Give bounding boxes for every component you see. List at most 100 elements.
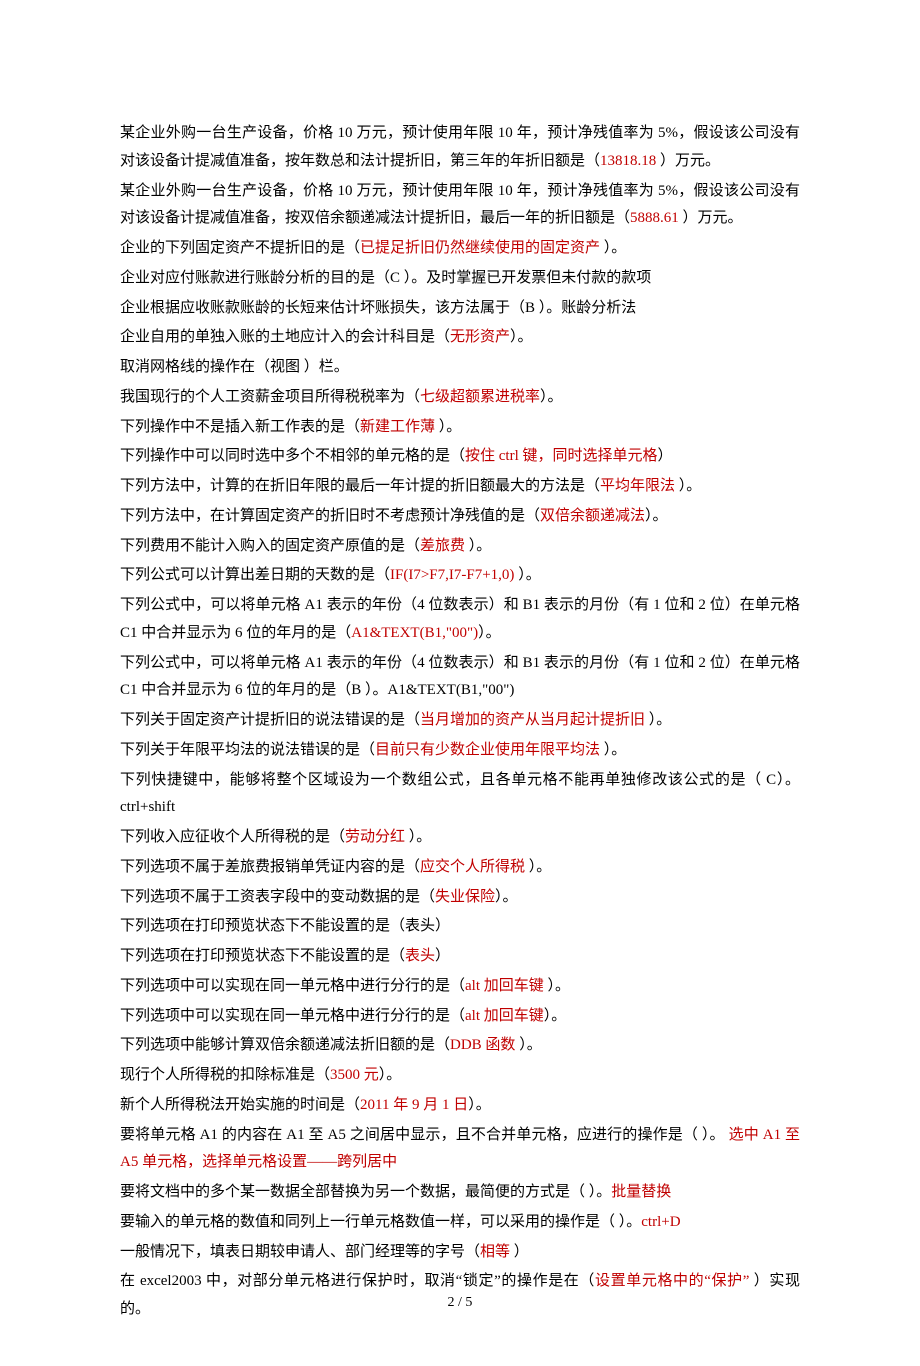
paragraph: 下列费用不能计入购入的固定资产原值的是（差旅费 ）。: [120, 533, 800, 561]
answer-text: 已提足折旧仍然继续使用的固定资产: [360, 240, 604, 256]
question-text: 新个人所得税法开始实施的时间是（: [120, 1097, 360, 1113]
paragraph: 要将文档中的多个某一数据全部替换为另一个数据，最简便的方式是（ ）。批量替换: [120, 1179, 800, 1207]
paragraph: 下列操作中可以同时选中多个不相邻的单元格的是（按住 ctrl 键，同时选择单元格…: [120, 443, 800, 471]
paragraph: 下列公式中，可以将单元格 A1 表示的年份（4 位数表示）和 B1 表示的月份（…: [120, 592, 800, 648]
answer-text: 13818.18: [600, 153, 660, 169]
question-text: ）。: [518, 567, 541, 583]
question-text: 下列方法中，计算的在折旧年限的最后一年计提的折旧额最大的方法是（: [120, 478, 600, 494]
question-text: 下列关于年限平均法的说法错误的是（: [120, 742, 375, 758]
answer-text: 相等: [480, 1244, 514, 1260]
question-text: 下列方法中，在计算固定资产的折旧时不考虑预计净残值的是（: [120, 508, 540, 524]
document-page: 某企业外购一台生产设备，价格 10 万元，预计使用年限 10 年，预计净残值率为…: [0, 0, 920, 1366]
question-text: 我国现行的个人工资薪金项目所得税税率为（: [120, 389, 420, 405]
question-text: ）。: [439, 419, 462, 435]
question-text: ）。: [478, 625, 501, 641]
question-text: 下列选项不属于工资表字段中的变动数据的是（: [120, 889, 435, 905]
question-text: 在 excel2003 中，对部分单元格进行保护时，取消“锁定”的操作是在（: [120, 1273, 595, 1289]
question-text: ）: [658, 448, 673, 464]
question-text: ）。: [409, 829, 432, 845]
answer-text: alt 加回车键: [465, 1008, 544, 1024]
answer-text: DDB 函数: [450, 1037, 519, 1053]
paragraph: 企业根据应收账款账龄的长短来估计坏账损失，该方法属于（B ）。账龄分析法: [120, 295, 800, 323]
question-text: 下列费用不能计入购入的固定资产原值的是（: [120, 538, 420, 554]
paragraph: 取消网格线的操作在（视图 ）栏。: [120, 354, 800, 382]
question-text: 下列快捷键中，能够将整个区域设为一个数组公式，且各单元格不能再单独修改该公式的是…: [120, 772, 800, 816]
paragraph: 下列选项中可以实现在同一单元格中进行分行的是（alt 加回车键）。: [120, 1003, 800, 1031]
question-text: 要将文档中的多个某一数据全部替换为另一个数据，最简便的方式是（ ）。: [120, 1184, 611, 1200]
paragraph: 下列关于固定资产计提折旧的说法错误的是（当月增加的资产从当月起计提折旧 ）。: [120, 707, 800, 735]
answer-text: 按住 ctrl 键，同时选择单元格: [465, 448, 658, 464]
answer-text: 劳动分红: [345, 829, 409, 845]
answer-text: 2011 年 9 月 1 日: [360, 1097, 468, 1113]
paragraph: 下列快捷键中，能够将整个区域设为一个数组公式，且各单元格不能再单独修改该公式的是…: [120, 767, 800, 823]
question-text: 企业根据应收账款账龄的长短来估计坏账损失，该方法属于（B ）。账龄分析法: [120, 300, 636, 316]
question-text: ）。: [469, 538, 492, 554]
paragraph: 我国现行的个人工资薪金项目所得税税率为（七级超额累进税率）。: [120, 384, 800, 412]
answer-text: 双倍余额递减法: [540, 508, 645, 524]
question-text: ）。: [495, 889, 518, 905]
page-footer: 2 / 5: [0, 1290, 920, 1316]
question-text: ）。: [645, 508, 668, 524]
question-text: 要将单元格 A1 的内容在 A1 至 A5 之间居中显示，且不合并单元格，应进行…: [120, 1127, 729, 1143]
paragraph: 下列选项在打印预览状态下不能设置的是（表头）: [120, 943, 800, 971]
paragraph: 下列关于年限平均法的说法错误的是（目前只有少数企业使用年限平均法 ）。: [120, 737, 800, 765]
paragraph: 下列选项中可以实现在同一单元格中进行分行的是（alt 加回车键 ）。: [120, 973, 800, 1001]
question-text: ）。: [548, 978, 571, 994]
question-text: 下列公式可以计算出差日期的天数的是（: [120, 567, 390, 583]
answer-text: 目前只有少数企业使用年限平均法: [375, 742, 604, 758]
paragraph: 下列公式可以计算出差日期的天数的是（IF(I7>F7,I7-F7+1,0) ）。: [120, 562, 800, 590]
question-text: 下列公式中，可以将单元格 A1 表示的年份（4 位数表示）和 B1 表示的月份（…: [120, 655, 800, 699]
question-text: 取消网格线的操作在（视图 ）栏。: [120, 359, 349, 375]
paragraph: 企业自用的单独入账的土地应计入的会计科目是（无形资产）。: [120, 324, 800, 352]
paragraph: 某企业外购一台生产设备，价格 10 万元，预计使用年限 10 年，预计净残值率为…: [120, 120, 800, 176]
answer-text: 应交个人所得税: [420, 859, 529, 875]
question-text: 下列选项中能够计算双倍余额递减法折旧额的是（: [120, 1037, 450, 1053]
question-text: 企业对应付账款进行账龄分析的目的是（C ）。及时掌握已开发票但未付款的款项: [120, 270, 651, 286]
question-text: ）。: [649, 712, 672, 728]
paragraph: 新个人所得税法开始实施的时间是（2011 年 9 月 1 日）。: [120, 1092, 800, 1120]
paragraph: 下列选项不属于差旅费报销单凭证内容的是（应交个人所得税 ）。: [120, 854, 800, 882]
question-text: ）。: [679, 478, 702, 494]
question-text: ）万元。: [660, 153, 720, 169]
question-text: ）。: [379, 1067, 402, 1083]
answer-text: 表头: [405, 948, 435, 964]
question-text: 下列操作中可以同时选中多个不相邻的单元格的是（: [120, 448, 465, 464]
question-text: ）。: [519, 1037, 542, 1053]
answer-text: A1&TEXT(B1,"00"): [351, 625, 478, 641]
question-text: 企业自用的单独入账的土地应计入的会计科目是（: [120, 329, 450, 345]
question-text: ）。: [468, 1097, 491, 1113]
paragraph: 下列公式中，可以将单元格 A1 表示的年份（4 位数表示）和 B1 表示的月份（…: [120, 650, 800, 706]
answer-text: alt 加回车键: [465, 978, 548, 994]
paragraph: 下列收入应征收个人所得税的是（劳动分红 ）。: [120, 824, 800, 852]
question-text: 一般情况下，填表日期较申请人、部门经理等的字号（: [120, 1244, 480, 1260]
answer-text: 设置单元格中的“保护”: [595, 1273, 754, 1289]
paragraph: 要将单元格 A1 的内容在 A1 至 A5 之间居中显示，且不合并单元格，应进行…: [120, 1122, 800, 1178]
question-text: ）。: [510, 329, 533, 345]
paragraph: 某企业外购一台生产设备，价格 10 万元，预计使用年限 10 年，预计净残值率为…: [120, 178, 800, 234]
answer-text: 5888.61: [630, 210, 683, 226]
answer-text: 当月增加的资产从当月起计提折旧: [420, 712, 649, 728]
paragraph: 下列选项在打印预览状态下不能设置的是（表头）: [120, 913, 800, 941]
question-text: ）: [514, 1244, 529, 1260]
question-text: ）。: [529, 859, 552, 875]
question-text: 下列收入应征收个人所得税的是（: [120, 829, 345, 845]
question-text: 企业的下列固定资产不提折旧的是（: [120, 240, 360, 256]
answer-text: 差旅费: [420, 538, 469, 554]
paragraph: 要输入的单元格的数值和同列上一行单元格数值一样，可以采用的操作是（ ）。ctrl…: [120, 1209, 800, 1237]
question-text: 下列选项中可以实现在同一单元格中进行分行的是（: [120, 1008, 465, 1024]
paragraph: 一般情况下，填表日期较申请人、部门经理等的字号（相等 ）: [120, 1239, 800, 1267]
paragraph: 下列方法中，计算的在折旧年限的最后一年计提的折旧额最大的方法是（平均年限法 ）。: [120, 473, 800, 501]
paragraph: 企业对应付账款进行账龄分析的目的是（C ）。及时掌握已开发票但未付款的款项: [120, 265, 800, 293]
paragraph: 下列选项中能够计算双倍余额递减法折旧额的是（DDB 函数 ）。: [120, 1032, 800, 1060]
question-text: ）。: [604, 240, 627, 256]
answer-text: 七级超额累进税率: [420, 389, 540, 405]
paragraph: 现行个人所得税的扣除标准是（3500 元）。: [120, 1062, 800, 1090]
question-text: 下列选项中可以实现在同一单元格中进行分行的是（: [120, 978, 465, 994]
question-text: 下列关于固定资产计提折旧的说法错误的是（: [120, 712, 420, 728]
question-text: 下列选项不属于差旅费报销单凭证内容的是（: [120, 859, 420, 875]
paragraph: 企业的下列固定资产不提折旧的是（已提足折旧仍然继续使用的固定资产 ）。: [120, 235, 800, 263]
answer-text: ctrl+D: [641, 1214, 680, 1230]
answer-text: 平均年限法: [600, 478, 679, 494]
question-text: ）。: [544, 1008, 567, 1024]
paragraph: 下列操作中不是插入新工作表的是（新建工作薄 ）。: [120, 414, 800, 442]
